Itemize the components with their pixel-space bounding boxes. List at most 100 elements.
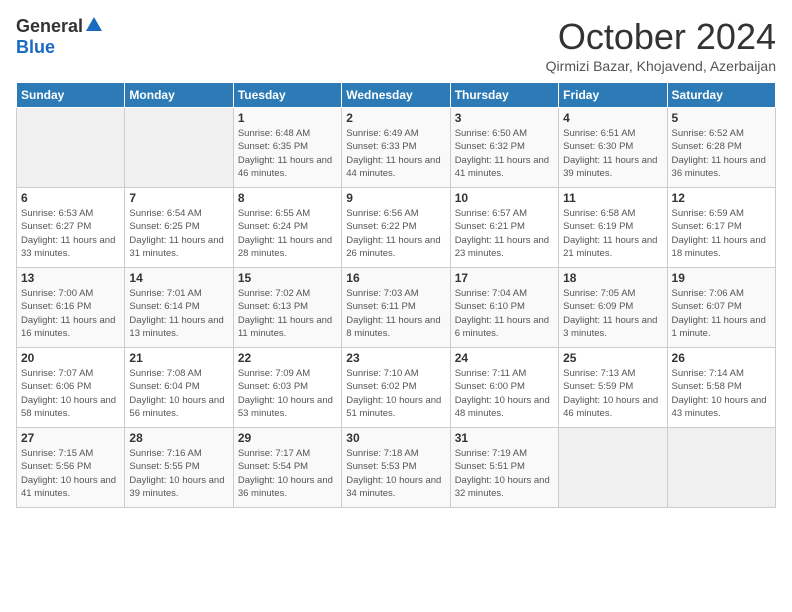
day-number: 27 [21, 431, 120, 445]
calendar-cell: 3Sunrise: 6:50 AM Sunset: 6:32 PM Daylig… [450, 108, 558, 188]
day-number: 12 [672, 191, 771, 205]
calendar-cell: 10Sunrise: 6:57 AM Sunset: 6:21 PM Dayli… [450, 188, 558, 268]
day-number: 22 [238, 351, 337, 365]
calendar-cell: 30Sunrise: 7:18 AM Sunset: 5:53 PM Dayli… [342, 428, 450, 508]
calendar-cell: 1 Sunrise: 6:48 AM Sunset: 6:35 PM Daylig… [233, 108, 341, 188]
logo: General Blue [16, 16, 104, 58]
weekday-header: Tuesday [233, 83, 341, 108]
calendar-cell: 23 Sunrise: 7:10 AM Sunset: 6:02 PM Dayli… [342, 348, 450, 428]
day-details: Sunrise: 6:48 AM Sunset: 6:35 PM Dayligh… [238, 127, 337, 180]
calendar-cell: 9Sunrise: 6:56 AM Sunset: 6:22 PM Daylig… [342, 188, 450, 268]
month-title: October 2024 [546, 16, 776, 58]
calendar-cell: 13Sunrise: 7:00 AM Sunset: 6:16 PM Dayli… [17, 268, 125, 348]
day-number: 4 [563, 111, 662, 125]
day-details: Sunrise: 7:16 AM Sunset: 5:55 PM Dayligh… [129, 447, 228, 500]
day-number: 24 [455, 351, 554, 365]
day-number: 1 [238, 111, 337, 125]
calendar-cell: 2 Sunrise: 6:49 AM Sunset: 6:33 PM Daylig… [342, 108, 450, 188]
day-details: Sunrise: 7:06 AM Sunset: 6:07 PM Dayligh… [672, 287, 771, 340]
weekday-header: Wednesday [342, 83, 450, 108]
day-details: Sunrise: 7:09 AM Sunset: 6:03 PM Dayligh… [238, 367, 337, 420]
day-number: 8 [238, 191, 337, 205]
calendar-cell: 20 Sunrise: 7:07 AM Sunset: 6:06 PM Dayli… [17, 348, 125, 428]
day-number: 13 [21, 271, 120, 285]
day-details: Sunrise: 7:05 AM Sunset: 6:09 PM Dayligh… [563, 287, 662, 340]
day-details: Sunrise: 6:51 AM Sunset: 6:30 PM Dayligh… [563, 127, 662, 180]
logo-blue: Blue [16, 37, 55, 58]
calendar-cell [125, 108, 233, 188]
calendar-cell: 29 Sunrise: 7:17 AM Sunset: 5:54 PM Dayli… [233, 428, 341, 508]
calendar-week-row: 27 Sunrise: 7:15 AM Sunset: 5:56 PM Dayli… [17, 428, 776, 508]
calendar-cell: 7 Sunrise: 6:54 AM Sunset: 6:25 PM Daylig… [125, 188, 233, 268]
calendar-cell: 15 Sunrise: 7:02 AM Sunset: 6:13 PM Dayli… [233, 268, 341, 348]
calendar-week-row: 13Sunrise: 7:00 AM Sunset: 6:16 PM Dayli… [17, 268, 776, 348]
day-details: Sunrise: 6:52 AM Sunset: 6:28 PM Dayligh… [672, 127, 771, 180]
day-number: 29 [238, 431, 337, 445]
day-number: 25 [563, 351, 662, 365]
weekday-header: Saturday [667, 83, 775, 108]
day-details: Sunrise: 6:59 AM Sunset: 6:17 PM Dayligh… [672, 207, 771, 260]
calendar-cell: 11Sunrise: 6:58 AM Sunset: 6:19 PM Dayli… [559, 188, 667, 268]
day-details: Sunrise: 7:04 AM Sunset: 6:10 PM Dayligh… [455, 287, 554, 340]
calendar-cell: 26 Sunrise: 7:14 AM Sunset: 5:58 PM Dayli… [667, 348, 775, 428]
day-details: Sunrise: 6:57 AM Sunset: 6:21 PM Dayligh… [455, 207, 554, 260]
day-details: Sunrise: 6:54 AM Sunset: 6:25 PM Dayligh… [129, 207, 228, 260]
day-number: 6 [21, 191, 120, 205]
calendar-cell: 25 Sunrise: 7:13 AM Sunset: 5:59 PM Dayli… [559, 348, 667, 428]
calendar-week-row: 1 Sunrise: 6:48 AM Sunset: 6:35 PM Daylig… [17, 108, 776, 188]
day-number: 21 [129, 351, 228, 365]
day-details: Sunrise: 7:08 AM Sunset: 6:04 PM Dayligh… [129, 367, 228, 420]
calendar-cell: 27 Sunrise: 7:15 AM Sunset: 5:56 PM Dayli… [17, 428, 125, 508]
day-details: Sunrise: 7:07 AM Sunset: 6:06 PM Dayligh… [21, 367, 120, 420]
day-number: 16 [346, 271, 445, 285]
day-details: Sunrise: 6:53 AM Sunset: 6:27 PM Dayligh… [21, 207, 120, 260]
day-number: 15 [238, 271, 337, 285]
calendar-cell: 24 Sunrise: 7:11 AM Sunset: 6:00 PM Dayli… [450, 348, 558, 428]
day-details: Sunrise: 7:17 AM Sunset: 5:54 PM Dayligh… [238, 447, 337, 500]
day-details: Sunrise: 7:15 AM Sunset: 5:56 PM Dayligh… [21, 447, 120, 500]
day-number: 19 [672, 271, 771, 285]
day-number: 20 [21, 351, 120, 365]
day-number: 30 [346, 431, 445, 445]
day-details: Sunrise: 7:10 AM Sunset: 6:02 PM Dayligh… [346, 367, 445, 420]
logo-icon [84, 15, 104, 35]
day-number: 28 [129, 431, 228, 445]
day-number: 18 [563, 271, 662, 285]
calendar-cell: 8 Sunrise: 6:55 AM Sunset: 6:24 PM Daylig… [233, 188, 341, 268]
calendar-cell: 16 Sunrise: 7:03 AM Sunset: 6:11 PM Dayli… [342, 268, 450, 348]
weekday-header: Monday [125, 83, 233, 108]
day-details: Sunrise: 7:03 AM Sunset: 6:11 PM Dayligh… [346, 287, 445, 340]
calendar-cell: 4 Sunrise: 6:51 AM Sunset: 6:30 PM Daylig… [559, 108, 667, 188]
calendar-cell [559, 428, 667, 508]
day-number: 26 [672, 351, 771, 365]
page-header: General Blue October 2024 Qirmizi Bazar,… [16, 16, 776, 74]
logo-general: General [16, 16, 83, 37]
day-details: Sunrise: 6:55 AM Sunset: 6:24 PM Dayligh… [238, 207, 337, 260]
day-number: 7 [129, 191, 228, 205]
day-details: Sunrise: 6:49 AM Sunset: 6:33 PM Dayligh… [346, 127, 445, 180]
day-number: 23 [346, 351, 445, 365]
calendar-week-row: 20 Sunrise: 7:07 AM Sunset: 6:06 PM Dayli… [17, 348, 776, 428]
calendar-cell: 12 Sunrise: 6:59 AM Sunset: 6:17 PM Dayli… [667, 188, 775, 268]
day-number: 2 [346, 111, 445, 125]
calendar-cell: 6 Sunrise: 6:53 AM Sunset: 6:27 PM Daylig… [17, 188, 125, 268]
calendar-cell: 28 Sunrise: 7:16 AM Sunset: 5:55 PM Dayli… [125, 428, 233, 508]
day-number: 5 [672, 111, 771, 125]
location: Qirmizi Bazar, Khojavend, Azerbaijan [546, 58, 776, 74]
day-details: Sunrise: 7:11 AM Sunset: 6:00 PM Dayligh… [455, 367, 554, 420]
day-details: Sunrise: 7:02 AM Sunset: 6:13 PM Dayligh… [238, 287, 337, 340]
calendar-cell: 19 Sunrise: 7:06 AM Sunset: 6:07 PM Dayli… [667, 268, 775, 348]
day-details: Sunrise: 7:01 AM Sunset: 6:14 PM Dayligh… [129, 287, 228, 340]
calendar-cell: 31Sunrise: 7:19 AM Sunset: 5:51 PM Dayli… [450, 428, 558, 508]
calendar-cell: 17Sunrise: 7:04 AM Sunset: 6:10 PM Dayli… [450, 268, 558, 348]
day-details: Sunrise: 6:50 AM Sunset: 6:32 PM Dayligh… [455, 127, 554, 180]
day-details: Sunrise: 6:58 AM Sunset: 6:19 PM Dayligh… [563, 207, 662, 260]
weekday-header: Thursday [450, 83, 558, 108]
calendar-cell [667, 428, 775, 508]
calendar-table: SundayMondayTuesdayWednesdayThursdayFrid… [16, 82, 776, 508]
day-details: Sunrise: 7:14 AM Sunset: 5:58 PM Dayligh… [672, 367, 771, 420]
day-details: Sunrise: 7:13 AM Sunset: 5:59 PM Dayligh… [563, 367, 662, 420]
calendar-cell: 5 Sunrise: 6:52 AM Sunset: 6:28 PM Daylig… [667, 108, 775, 188]
weekday-header: Friday [559, 83, 667, 108]
weekday-header: Sunday [17, 83, 125, 108]
